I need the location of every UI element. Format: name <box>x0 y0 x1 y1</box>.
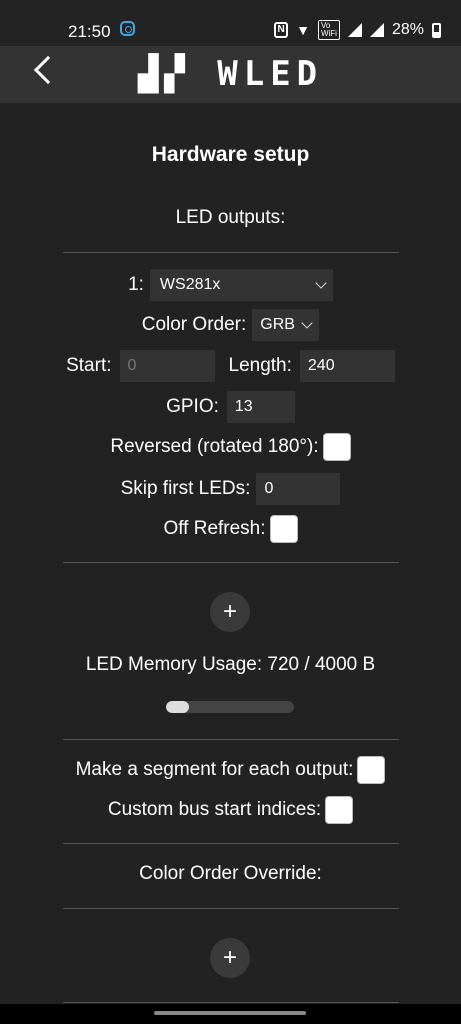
segment-each-output-row: Make a segment for each output: <box>0 754 461 786</box>
add-override-button[interactable]: + <box>210 938 250 978</box>
status-icons: N ▼ Vo WiFi 28% <box>274 20 441 40</box>
status-bar: 21:50 N ▼ Vo WiFi 28% <box>0 0 461 46</box>
start-length-row: Start: Length: <box>0 350 461 382</box>
signal-icon-2 <box>369 23 384 37</box>
length-input[interactable] <box>299 350 395 382</box>
wifi-icon: ▼ <box>296 22 310 38</box>
divider <box>63 252 399 253</box>
output-type-row: 1: WS281x <box>0 269 461 301</box>
memory-usage-fill <box>166 701 190 713</box>
chevron-down-icon <box>301 317 313 329</box>
battery-percent: 28% <box>391 21 424 38</box>
skip-leds-input[interactable] <box>256 473 341 505</box>
instagram-icon <box>120 21 135 36</box>
color-order-select[interactable]: GRB <box>252 309 320 341</box>
nfc-icon: N <box>274 22 289 38</box>
battery-icon <box>432 22 441 38</box>
led-type-select[interactable]: WS281x <box>149 269 333 301</box>
wled-logo: ▟▞ WLED <box>137 54 324 94</box>
reversed-checkbox[interactable] <box>322 433 351 461</box>
add-output-button[interactable]: + <box>210 592 250 632</box>
divider <box>63 908 399 909</box>
divider <box>63 1002 399 1003</box>
memory-usage-label: LED Memory Usage: 720 / 4000 B <box>85 654 376 675</box>
led-outputs-heading: LED outputs: <box>175 207 286 228</box>
color-order-override-heading: Color Order Override: <box>139 863 322 884</box>
memory-usage-bar <box>166 701 294 713</box>
custom-bus-checkbox[interactable] <box>325 796 354 824</box>
chevron-down-icon <box>315 277 327 289</box>
off-refresh-checkbox[interactable] <box>269 515 298 543</box>
divider <box>63 739 399 740</box>
off-refresh-row: Off Refresh: <box>0 513 461 545</box>
volte-wifi-icon: Vo WiFi <box>317 20 340 40</box>
reversed-row: Reversed (rotated 180°): <box>0 431 461 463</box>
logo-slash-icon: ▟▞ <box>137 54 218 94</box>
custom-bus-row: Custom bus start indices: <box>0 794 461 826</box>
system-nav-bar <box>0 1004 461 1024</box>
divider <box>63 562 399 563</box>
color-order-row: Color Order: GRB <box>0 309 461 341</box>
divider <box>63 843 399 844</box>
page-title: Hardware setup <box>151 143 310 166</box>
status-time: 21:50 <box>68 22 111 41</box>
segment-each-output-checkbox[interactable] <box>357 756 386 784</box>
home-gesture-pill[interactable] <box>154 1011 306 1015</box>
gpio-row: GPIO: <box>0 391 461 423</box>
gpio-input[interactable] <box>226 391 295 423</box>
skip-leds-row: Skip first LEDs: <box>0 473 461 505</box>
app-bar: ▟▞ WLED <box>0 46 461 103</box>
start-input[interactable] <box>119 350 215 382</box>
signal-icon-1 <box>347 23 362 37</box>
